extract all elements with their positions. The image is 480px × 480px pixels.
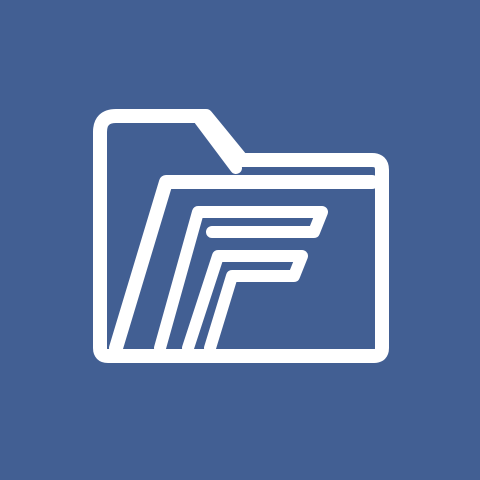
folder-f-logo-icon (93, 109, 389, 363)
f-letter-inner-stroke (182, 250, 308, 354)
app-icon-tile (0, 0, 480, 480)
folder-outline (93, 109, 389, 363)
